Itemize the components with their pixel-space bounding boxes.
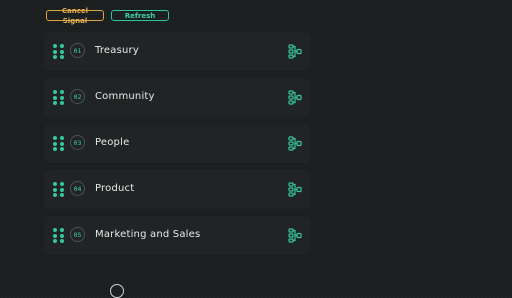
scroll-indicator[interactable] (110, 284, 124, 298)
list-item[interactable]: 01 Treasury (45, 33, 309, 70)
node-graph-icon[interactable] (288, 90, 302, 105)
node-graph-icon[interactable] (288, 228, 302, 243)
refresh-button[interactable]: Refresh (111, 10, 169, 21)
item-number: 02 (70, 89, 85, 104)
item-number: 01 (70, 43, 85, 58)
item-label: Marketing and Sales (95, 229, 201, 240)
drag-handle-icon[interactable] (53, 182, 64, 197)
item-label: Treasury (95, 45, 139, 56)
item-list: 01 Treasury 02 Community 03 People 04 Pr… (45, 33, 309, 263)
item-number: 05 (70, 227, 85, 242)
list-item[interactable]: 05 Marketing and Sales (45, 217, 309, 254)
list-item[interactable]: 02 Community (45, 79, 309, 116)
drag-handle-icon[interactable] (53, 90, 64, 105)
list-item[interactable]: 04 Product (45, 171, 309, 208)
cancel-signal-button[interactable]: Cancel Signal (46, 7, 104, 25)
list-item[interactable]: 03 People (45, 125, 309, 162)
node-graph-icon[interactable] (288, 44, 302, 59)
item-label: People (95, 137, 130, 148)
item-number: 04 (70, 181, 85, 196)
node-graph-icon[interactable] (288, 182, 302, 197)
toolbar: Cancel Signal Refresh (46, 7, 169, 25)
drag-handle-icon[interactable] (53, 44, 64, 59)
drag-handle-icon[interactable] (53, 228, 64, 243)
item-number: 03 (70, 135, 85, 150)
item-label: Product (95, 183, 135, 194)
node-graph-icon[interactable] (288, 136, 302, 151)
item-label: Community (95, 91, 155, 102)
drag-handle-icon[interactable] (53, 136, 64, 151)
